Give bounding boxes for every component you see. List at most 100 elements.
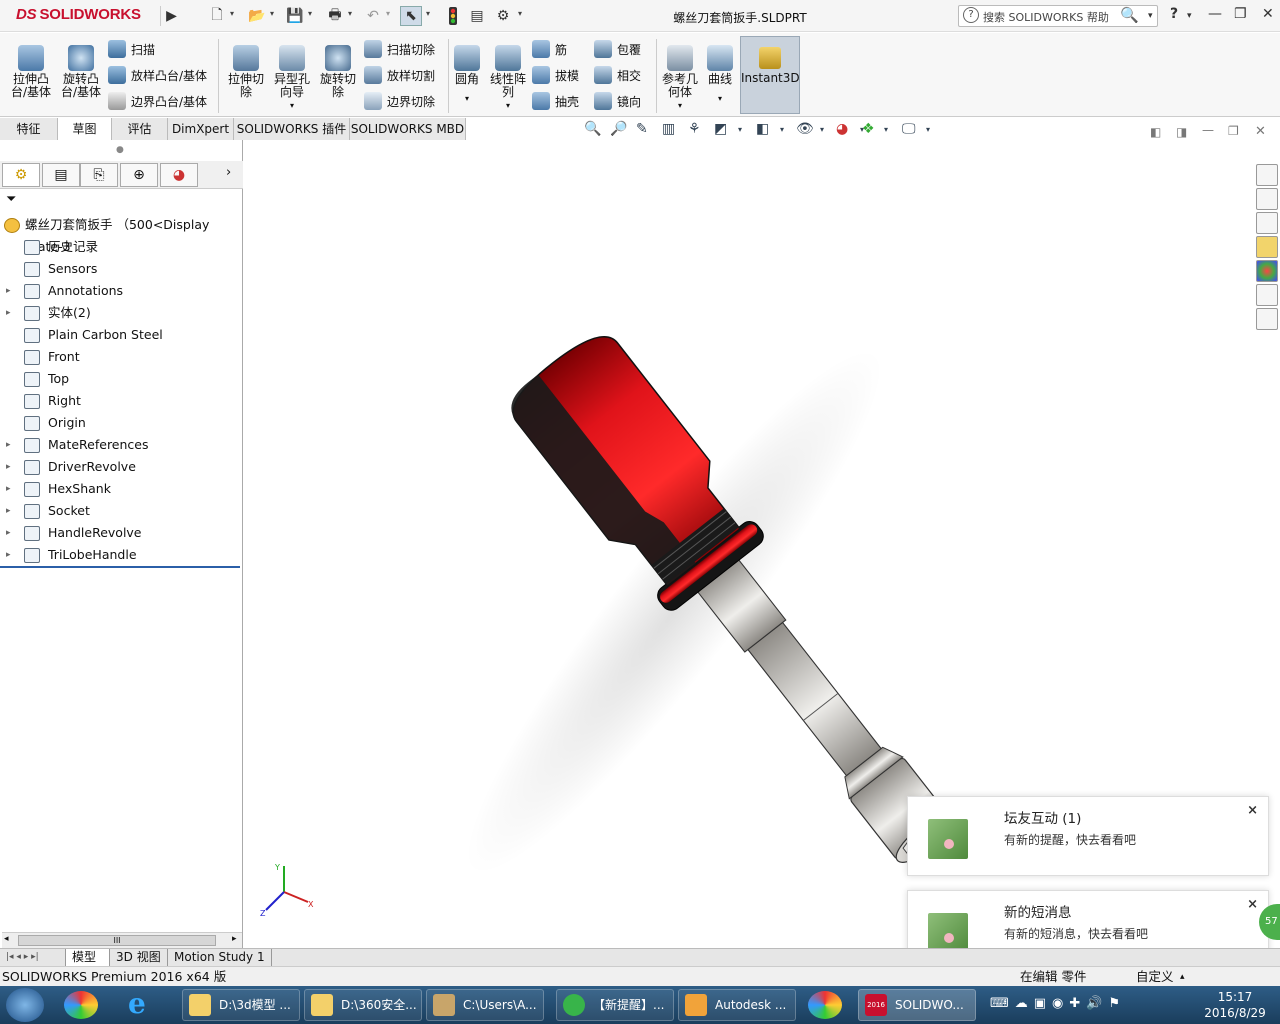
tree-item[interactable]: ▸ HexShank [0, 478, 243, 500]
taskbar-folder-c-users[interactable]: C:\Users\A... [426, 989, 544, 1021]
viewport-close-icon[interactable]: ✕ [1255, 124, 1266, 139]
tab-solidworks-addins[interactable]: SOLIDWORKS 插件 [234, 118, 350, 140]
chevron-down-icon[interactable]: ▾ [518, 9, 522, 18]
tree-item[interactable]: Top [0, 368, 243, 390]
tree-item[interactable]: ▸ HandleRevolve [0, 522, 243, 544]
close-notification-icon[interactable]: × [1247, 803, 1258, 818]
viewport-tile-left-icon[interactable]: ◧ [1150, 125, 1161, 139]
chevron-down-icon[interactable]: ▾ [926, 125, 930, 134]
scroll-left-icon[interactable]: ◂ [4, 934, 9, 944]
boundary-cut-button[interactable]: 边界切除 [364, 91, 435, 111]
solidworks-resources-home-icon[interactable] [1256, 164, 1278, 186]
minimize-icon[interactable]: — [1208, 6, 1222, 22]
viewport-tile-right-icon[interactable]: ◨ [1176, 125, 1187, 139]
revolve-cut-button[interactable]: 旋转切 除 [316, 41, 360, 99]
expand-arrow-icon[interactable]: ▸ [6, 500, 11, 522]
undo-icon[interactable]: ↶ [362, 6, 384, 26]
solidworks-logo[interactable]: DS SOLIDWORKS [16, 6, 141, 23]
chevron-down-icon[interactable]: ▾ [308, 9, 312, 18]
tab-dimxpert[interactable]: DimXpert [168, 118, 234, 140]
feature-manager-tab-icon[interactable]: ⚙ [2, 163, 40, 187]
revolve-boss-button[interactable]: 旋转凸 台/基体 [58, 41, 104, 99]
viewport-restore-icon[interactable]: ❐ [1228, 124, 1239, 138]
tree-item[interactable]: ▸ TriLobeHandle [0, 544, 243, 566]
tab-motion-study[interactable]: Motion Study 1 [168, 949, 272, 966]
horizontal-scrollbar[interactable]: ◂ III ▸ [2, 932, 242, 948]
expand-menu-icon[interactable]: ▶ [160, 6, 182, 26]
taskbar-folder-d-3d-models[interactable]: D:\3d模型 ... [182, 989, 300, 1021]
display-manager-tab-icon[interactable]: ◕ [160, 163, 198, 187]
chevron-down-icon[interactable]: ▾ [1148, 11, 1153, 21]
dimxpert-manager-tab-icon[interactable]: ⊕ [120, 163, 158, 187]
extrude-cut-button[interactable]: 拉伸切 除 [224, 41, 268, 99]
view-orientation-icon[interactable]: ◩ [714, 121, 727, 137]
taskbar-browser-notification[interactable]: 【新提醒】... [556, 989, 674, 1021]
tree-item[interactable]: ▸ Socket [0, 500, 243, 522]
tree-item[interactable]: ▸ DriverRevolve [0, 456, 243, 478]
tree-item[interactable]: 历史记录 [0, 236, 243, 258]
rib-button[interactable]: 筋 [532, 39, 567, 59]
linear-pattern-button[interactable]: 线性阵 列 ▾ [486, 41, 530, 112]
wrap-button[interactable]: 包覆 [594, 39, 641, 59]
clock[interactable]: 15:17 2016/8/29 [1192, 986, 1278, 1024]
scroll-right-icon[interactable]: ▸ [232, 934, 237, 944]
expand-arrow-icon[interactable]: ▸ [6, 522, 11, 544]
hole-wizard-button[interactable]: 异型孔 向导 ▾ [270, 41, 314, 112]
curves-button[interactable]: 曲线 ▾ [704, 41, 736, 105]
select-cursor-icon[interactable]: ⬉ [400, 6, 422, 26]
custom-properties-icon[interactable] [1256, 284, 1278, 306]
file-explorer-icon[interactable] [1256, 212, 1278, 234]
expand-arrow-icon[interactable]: ▸ [6, 280, 11, 302]
scroll-thumb[interactable]: III [18, 935, 216, 946]
expand-arrow-icon[interactable]: ▸ [6, 434, 11, 456]
print-icon[interactable]: 🖶 [324, 6, 346, 26]
tree-root-part[interactable]: 螺丝刀套筒扳手 （500<Display State-3 [0, 214, 243, 254]
notification-popup[interactable]: 坛友互动 (1) 有新的提醒，快去看看吧 × [907, 796, 1269, 876]
chevron-down-icon[interactable]: ▾ [780, 125, 784, 134]
tab-3d-view[interactable]: 3D 视图 [110, 949, 168, 966]
display-style-icon[interactable]: ◧ [756, 121, 769, 137]
view-palette-icon[interactable] [1256, 236, 1278, 258]
configuration-manager-tab-icon[interactable]: ⎘ [80, 163, 118, 187]
tree-item[interactable]: Sensors [0, 258, 243, 280]
tree-item[interactable]: Plain Carbon Steel [0, 324, 243, 346]
design-library-icon[interactable] [1256, 188, 1278, 210]
chevron-down-icon[interactable]: ▾ [658, 99, 702, 112]
intersect-button[interactable]: 相交 [594, 65, 641, 85]
tree-item[interactable]: Origin [0, 412, 243, 434]
expand-arrow-icon[interactable]: ▸ [6, 478, 11, 500]
new-document-icon[interactable]: 🗋 [206, 6, 228, 26]
chevron-down-icon[interactable]: ▾ [270, 99, 314, 112]
chevron-down-icon[interactable]: ▾ [884, 125, 888, 134]
previous-view-icon[interactable]: ✎ [636, 121, 648, 137]
tab-model[interactable]: 模型 [66, 949, 110, 966]
options-gear-icon[interactable]: ⚙ [492, 6, 514, 26]
close-icon[interactable]: ✕ [1262, 6, 1274, 22]
lofted-cut-button[interactable]: 放样切割 [364, 65, 435, 85]
dynamic-annotation-icon[interactable]: ⚘ [688, 121, 701, 137]
taskbar-solidworks[interactable]: 2016 SOLIDWO... [858, 989, 976, 1021]
instant3d-button[interactable]: Instant3D [740, 36, 800, 114]
chevron-right-icon[interactable]: › [226, 165, 231, 180]
tab-scroll-arrows-icon[interactable]: |◂ ◂ ▸ ▸| [0, 949, 66, 966]
open-document-icon[interactable]: 📂 [246, 6, 268, 26]
reference-geometry-button[interactable]: 参考几 何体 ▾ [658, 41, 702, 112]
tab-features[interactable]: 特征 [0, 118, 58, 140]
internet-explorer-icon[interactable]: e [128, 989, 166, 1021]
system-tray-icons[interactable]: ⌨☁▣◉✚🔊⚑ [990, 996, 1190, 1014]
mirror-button[interactable]: 镜向 [594, 91, 641, 111]
taskbar-autodesk[interactable]: Autodesk ... [678, 989, 796, 1021]
apply-scene-icon[interactable]: ❖ [862, 121, 875, 137]
chevron-down-icon[interactable]: ▾ [738, 125, 742, 134]
expand-arrow-icon[interactable]: ▸ [6, 456, 11, 478]
expand-arrow-icon[interactable]: ▸ [6, 302, 11, 324]
chevron-down-icon[interactable]: ▾ [486, 99, 530, 112]
pinwheel-app-icon[interactable] [808, 991, 842, 1019]
section-view-icon[interactable]: ▥ [662, 121, 675, 137]
zoom-to-fit-icon[interactable]: 🔍 [584, 121, 601, 137]
appearances-scenes-icon[interactable] [1256, 260, 1278, 282]
chevron-up-icon[interactable]: ▴ [1180, 967, 1185, 987]
save-icon[interactable]: 💾 [284, 6, 306, 26]
start-button-icon[interactable] [6, 988, 44, 1022]
fillet-button[interactable]: 圆角 ▾ [452, 41, 482, 105]
